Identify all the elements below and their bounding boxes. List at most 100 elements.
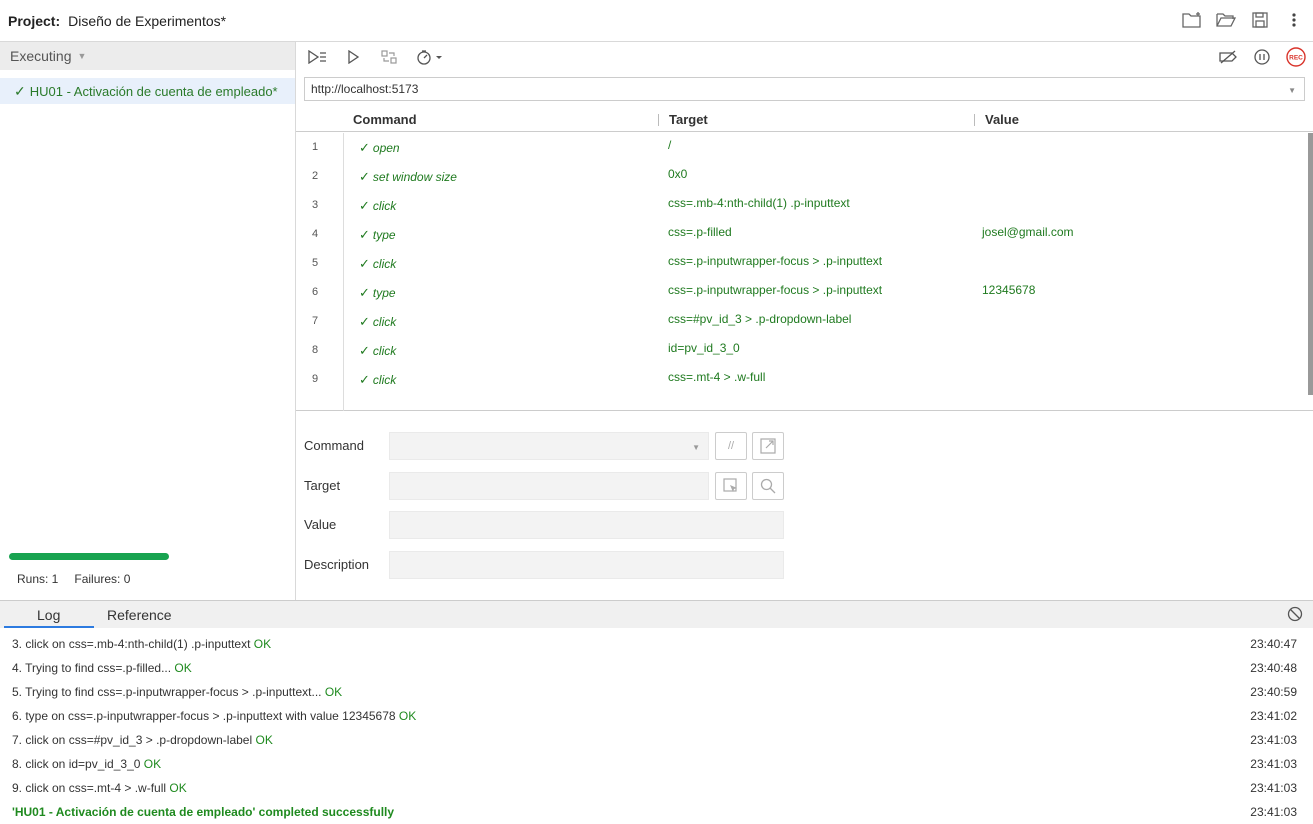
log-status: OK [174, 661, 192, 675]
row-number: 5 [312, 257, 319, 269]
active-tab-indicator [4, 626, 94, 628]
log-time: 23:40:48 [1250, 661, 1297, 675]
log-entry: 7. click on css=#pv_id_3 > .p-dropdown-l… [0, 728, 1313, 752]
table-row[interactable]: 9 ✓ click css=.mt-4 > .w-full [296, 365, 1306, 394]
toolbar: REC [296, 42, 1313, 72]
check-icon: ✓ [359, 314, 370, 329]
check-icon: ✓ [359, 285, 370, 300]
step-icon[interactable] [378, 46, 400, 68]
check-icon: ✓ [359, 256, 370, 271]
row-number: 9 [312, 373, 319, 385]
log-time: 23:40:59 [1250, 685, 1297, 699]
row-target: css=.mb-4:nth-child(1) .p-inputtext [668, 196, 850, 210]
run-icon[interactable] [342, 46, 364, 68]
main-panel: REC http://localhost:5173 ▼ Command Targ… [296, 42, 1313, 600]
row-command: ✓ set window size [359, 169, 457, 184]
row-target: id=pv_id_3_0 [668, 341, 740, 355]
record-icon[interactable]: REC [1285, 46, 1307, 68]
log-entry: 8. click on id=pv_id_3_0 OK 23:41:03 [0, 752, 1313, 776]
project-label: Project: [8, 12, 61, 29]
select-target-button[interactable] [715, 472, 747, 500]
table-scrollbar[interactable] [1308, 133, 1313, 395]
clear-log-icon[interactable] [1287, 606, 1303, 625]
open-folder-icon[interactable] [1215, 9, 1237, 31]
row-number: 2 [312, 170, 319, 182]
row-target: / [668, 138, 672, 152]
log-entry: 6. type on css=.p-inputwrapper-focus > .… [0, 704, 1313, 728]
description-label: Description [304, 557, 370, 572]
select-target-icon [723, 478, 737, 492]
base-url-value: http://localhost:5173 [311, 82, 419, 96]
log-message: 6. type on css=.p-inputwrapper-focus > .… [12, 709, 417, 723]
comment-button[interactable]: // [715, 432, 747, 460]
log-time: 23:41:03 [1250, 805, 1297, 819]
run-stats: Runs: 1 Failures: 0 [17, 572, 130, 586]
find-target-button[interactable] [752, 472, 784, 500]
save-icon[interactable] [1249, 9, 1271, 31]
table-row[interactable]: 2 ✓ set window size 0x0 [296, 162, 1306, 191]
value-label: Value [304, 517, 337, 532]
table-row[interactable]: 3 ✓ click css=.mb-4:nth-child(1) .p-inputte… [296, 191, 1306, 220]
row-target: 0x0 [668, 167, 688, 181]
log-tabs: Log Reference [0, 601, 1313, 628]
check-icon: ✓ [359, 140, 370, 155]
row-command: ✓ type [359, 227, 396, 242]
row-number: 7 [312, 315, 319, 327]
column-command: Command [353, 112, 417, 127]
table-row[interactable]: 6 ✓ type css=.p-inputwrapper-focus > .p-inp… [296, 278, 1306, 307]
log-status: OK [253, 637, 272, 651]
target-input[interactable] [389, 472, 709, 500]
row-number: 3 [312, 199, 319, 211]
disable-breakpoints-icon[interactable] [1217, 46, 1239, 68]
row-command: ✓ open [359, 140, 400, 155]
row-target: css=.p-inputwrapper-focus > .p-inputtext [668, 254, 883, 268]
table-row[interactable]: 4 ✓ type css=.p-filled josel@gmail.com [296, 220, 1306, 249]
row-value: 12345678 [982, 283, 1036, 297]
log-time: 23:40:47 [1250, 637, 1297, 651]
chevron-down-icon[interactable]: ▼ [1288, 86, 1296, 95]
open-reference-button[interactable] [752, 432, 784, 460]
command-select[interactable]: ▼ [389, 432, 709, 460]
tab-log[interactable]: Log [37, 607, 60, 623]
log-entry: 9. click on css=.mt-4 > .w-full OK 23:41:… [0, 776, 1313, 800]
log-entry: 5. Trying to find css=.p-inputwrapper-fo… [0, 680, 1313, 704]
pause-icon[interactable] [1251, 46, 1273, 68]
app-window: Project: Diseño de Experimentos* Executi… [0, 0, 1313, 824]
description-input[interactable] [389, 551, 784, 579]
run-all-icon[interactable] [306, 46, 328, 68]
test-case-item[interactable]: ✓ HU01 - Activación de cuenta de emplead… [0, 78, 295, 104]
progress-bar [9, 553, 169, 560]
log-entry: 3. click on css=.mb-4:nth-child(1) .p-in… [0, 632, 1313, 656]
executing-dropdown[interactable]: Executing ▼ [0, 42, 295, 70]
project-name[interactable]: Diseño de Experimentos* [68, 13, 226, 29]
log-status: OK [324, 685, 343, 699]
tab-reference[interactable]: Reference [107, 607, 172, 623]
record-label: REC [1289, 55, 1303, 62]
log-status: OK [255, 733, 273, 747]
target-label: Target [304, 478, 341, 493]
project-header: Project: Diseño de Experimentos* [0, 0, 1313, 42]
log-message: 8. click on id=pv_id_3_0 OK [12, 757, 162, 771]
table-row[interactable]: 1 ✓ open / [296, 133, 1306, 162]
command-label: Command [304, 438, 364, 453]
base-url-input[interactable]: http://localhost:5173 ▼ [304, 77, 1305, 101]
check-icon: ✓ [359, 198, 370, 213]
row-target: css=#pv_id_3 > .p-dropdown-label [668, 312, 852, 326]
speed-icon[interactable] [414, 46, 446, 68]
log-time: 23:41:02 [1250, 709, 1297, 723]
table-row[interactable]: 7 ✓ click css=#pv_id_3 > .p-dropdown-label [296, 307, 1306, 336]
more-vertical-icon[interactable] [1283, 9, 1305, 31]
table-row[interactable]: 8 ✓ click id=pv_id_3_0 [296, 336, 1306, 365]
search-icon [760, 478, 776, 494]
log-status: OK [169, 781, 187, 795]
value-input[interactable] [389, 511, 784, 539]
table-row[interactable]: 5 ✓ click css=.p-inputwrapper-focus > .p-in… [296, 249, 1306, 278]
log-entry-final: 'HU01 - Activación de cuenta de empleado… [0, 800, 1313, 824]
log-message: 5. Trying to find css=.p-inputwrapper-fo… [12, 685, 343, 699]
log-message: 4. Trying to find css=.p-filled... OK [12, 661, 192, 675]
test-case-name: HU01 - Activación de cuenta de empleado* [29, 83, 278, 99]
log-time: 23:41:03 [1250, 781, 1297, 795]
log-status: OK [143, 757, 162, 771]
check-icon: ✓ [14, 82, 26, 99]
new-folder-icon[interactable] [1181, 9, 1203, 31]
